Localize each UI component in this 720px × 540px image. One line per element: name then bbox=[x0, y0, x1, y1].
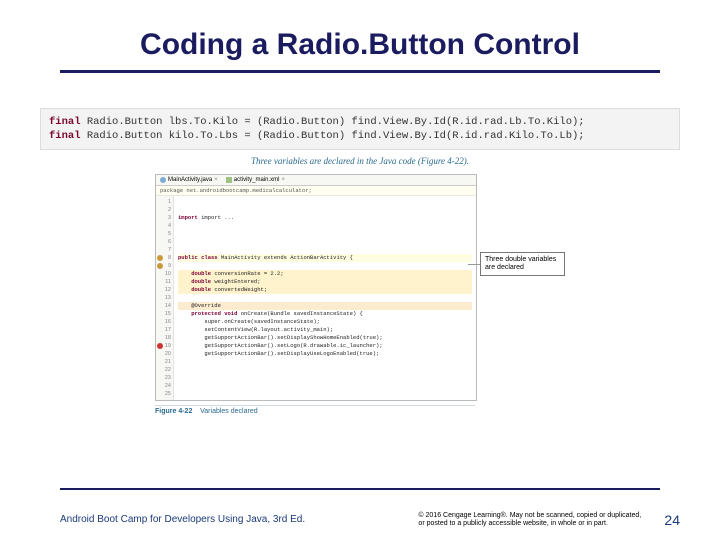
close-icon: × bbox=[214, 177, 218, 183]
code-body: import import ... public class MainActiv… bbox=[174, 196, 476, 400]
code-snippet-top: final Radio.Button lbs.To.Kilo = (Radio.… bbox=[40, 108, 680, 150]
warning-marker-icon bbox=[157, 255, 163, 261]
tab-label: MainActivity.java bbox=[168, 177, 212, 183]
annotation-box: Three double variables are declared bbox=[480, 252, 565, 276]
ide-screenshot: MainActivity.java × activity_main.xml × … bbox=[155, 174, 477, 401]
java-file-icon bbox=[160, 177, 166, 183]
figure-caption: Figure 4-22 Variables declared bbox=[155, 405, 475, 415]
xml-file-icon bbox=[226, 177, 232, 183]
footer-rule bbox=[60, 488, 660, 490]
keyword-final: final bbox=[49, 116, 81, 128]
warning-marker-icon bbox=[157, 263, 163, 269]
tab-activity-main-xml: activity_main.xml × bbox=[226, 177, 285, 183]
caption-text: Three variables are declared in the Java… bbox=[0, 156, 720, 166]
page-title: Coding a Radio.Button Control bbox=[0, 0, 720, 62]
footer-book-title: Android Boot Camp for Developers Using J… bbox=[60, 512, 305, 525]
ide-tabs: MainActivity.java × activity_main.xml × bbox=[156, 175, 476, 186]
keyword-final: final bbox=[49, 130, 81, 142]
line-gutter: 1 2 3 4 5 6 7 8 9 10 11 12 13 14 15 16 1 bbox=[156, 196, 174, 400]
figure-label: Figure 4-22 bbox=[155, 408, 192, 415]
close-icon: × bbox=[281, 177, 285, 183]
page-number: 24 bbox=[664, 512, 680, 528]
error-marker-icon bbox=[157, 343, 163, 349]
tab-main-activity: MainActivity.java × bbox=[160, 177, 218, 183]
snippet-line-2: Radio.Button kilo.To.Lbs = (Radio.Button… bbox=[81, 130, 585, 142]
footer-copyright: © 2016 Cengage Learning®. May not be sca… bbox=[418, 512, 648, 528]
figure-text: Variables declared bbox=[200, 408, 257, 415]
snippet-line-1: Radio.Button lbs.To.Kilo = (Radio.Button… bbox=[81, 116, 585, 128]
package-line: package net.androidbootcamp.medicalcalcu… bbox=[156, 186, 476, 196]
tab-label: activity_main.xml bbox=[234, 177, 280, 183]
title-rule bbox=[60, 70, 660, 73]
